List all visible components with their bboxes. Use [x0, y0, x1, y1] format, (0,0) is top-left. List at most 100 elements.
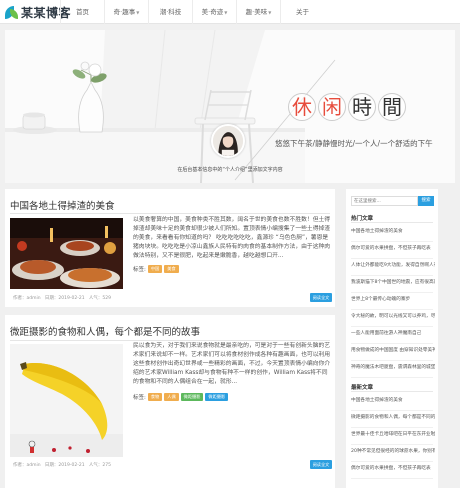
sidebar-article-link[interactable]: 中国各地土得掉渣的美食: [351, 397, 435, 403]
list-divider: [351, 360, 433, 361]
sidebar: 搜索 热门文章 中国各地土得掉渣的美食偶尔可爱的水果拼盘，不但孩子再吃表人体让外…: [346, 189, 438, 488]
logo-leaf-icon: [5, 6, 18, 19]
food-photo-image: [10, 218, 123, 289]
sidebar-article-link[interactable]: 世界最十佳卡丘哈啡吧在日平在东开业啦！: [351, 431, 435, 437]
list-divider: [351, 292, 433, 293]
list-divider: [351, 461, 433, 462]
list-divider: [351, 343, 433, 344]
banner-title-char: 時: [348, 93, 376, 121]
list-divider: [351, 444, 433, 445]
sidebar-article-link[interactable]: 人体让外都能吃9大功能，发得自然啊人有: [351, 262, 435, 268]
avatar-portrait-image: [213, 126, 243, 156]
chevron-down-icon: ▼: [136, 10, 140, 15]
list-divider: [351, 309, 433, 310]
chevron-down-icon: ▼: [268, 10, 272, 15]
nav-item[interactable]: 首页: [60, 0, 104, 24]
sidebar-article-link[interactable]: 我波斯猫下8个中国世的地震，应有很高南比较反奇: [351, 279, 435, 285]
nav-item[interactable]: 关于: [280, 0, 324, 24]
list-divider: [351, 275, 433, 276]
main-nav: 首页 奇·趣事▼ 潮·科技 美·奇迹▼ 趣·美味▼ 关于: [60, 0, 324, 24]
chevron-down-icon: ▼: [224, 10, 228, 15]
sidebar-article-link[interactable]: 20种不常见但很经的的球蔗水果，你别有应有的目发进行了: [351, 448, 435, 454]
nav-item-label: 奇·趣事: [113, 8, 136, 16]
date-label: 日期：: [44, 296, 59, 301]
article-title[interactable]: 微距摄影的食物和人偶，每个都是不同的故事: [10, 324, 200, 338]
banner-title: 休闲時間: [288, 93, 408, 121]
title-divider: [10, 340, 330, 341]
banner-title-char: 闲: [318, 93, 346, 121]
tag-badge[interactable]: 人偶: [164, 393, 179, 401]
tags-label: 标签:: [133, 267, 146, 273]
sidebar-article-link[interactable]: 微距摄影的食物和人偶，每个都是不同的故事: [351, 414, 435, 420]
sidebar-article-link[interactable]: 令大秘的故，明可以光线又可以养鸡，尽用又漂亮: [351, 313, 435, 319]
latest-articles-heading: 最新文章: [351, 385, 374, 391]
hero-banner: 休闲時間 悠悠下午茶/静静慢时光/一个人/一个舒适的下午: [5, 30, 455, 183]
search-input[interactable]: [351, 196, 418, 206]
list-divider: [351, 326, 433, 327]
date-label: 日期：: [44, 463, 59, 468]
author-name[interactable]: admin: [27, 296, 41, 301]
tag-badge[interactable]: 微距摄影: [180, 393, 204, 401]
views-label: 人气：: [88, 463, 103, 468]
view-count: 529: [102, 296, 111, 301]
list-divider: [351, 258, 433, 259]
view-count: 275: [102, 463, 111, 468]
post-date: 2019-02-21: [58, 463, 85, 468]
author-label: 作者：: [13, 463, 27, 468]
article-meta: 作者：admin 日期：2019-02-21 人气：529: [13, 295, 111, 301]
article-card: 中国各地土得掉渣的美食 以美食奢算的中国，美食种类不胜其数，阔名于世的美食也数不…: [5, 189, 335, 307]
title-divider: [10, 213, 330, 214]
article-thumbnail[interactable]: [10, 218, 123, 289]
sidebar-article-link[interactable]: 偶尔可爱的水果拼盘，不但孩子再吃表: [351, 465, 435, 471]
sidebar-article-link[interactable]: 中国各地土得掉渣的美食: [351, 228, 435, 234]
nav-item-label: 潮·科技: [159, 8, 182, 16]
list-divider: [351, 478, 433, 479]
heading-divider: [351, 391, 433, 392]
article-tags: 标签: 中国 美食: [133, 265, 179, 273]
tag-badge[interactable]: 中国: [147, 265, 163, 273]
nav-item[interactable]: 美·奇迹▼: [192, 0, 236, 24]
article-thumbnail[interactable]: [10, 344, 123, 457]
author-avatar[interactable]: [211, 124, 245, 158]
nav-item-label: 趣·美味: [245, 8, 268, 16]
top-navbar: 某某博客 首页 奇·趣事▼ 潮·科技 美·奇迹▼ 趣·美味▼ 关于: [0, 0, 460, 24]
sidebar-article-link[interactable]: 神奇的魔法木吧厦盘，震谓森林里的城堡: [351, 364, 435, 370]
article-tags: 标签: 食物 人偶 微距摄影 微距摄影: [133, 393, 229, 401]
list-divider: [351, 241, 433, 242]
sidebar-article-link[interactable]: 世界上8个最传心动魄的寨步: [351, 296, 435, 302]
banner-subtitle: 悠悠下午茶/静静慢时光/一个人/一个舒适的下午: [275, 139, 433, 148]
views-label: 人气：: [88, 296, 103, 301]
list-divider: [351, 410, 433, 411]
tags-label: 标签:: [133, 395, 146, 401]
read-more-button[interactable]: 阅读全文: [310, 293, 332, 302]
nav-item-label: 美·奇迹: [201, 8, 224, 16]
banner-title-char: 休: [288, 93, 316, 121]
nav-item-label: 首页: [76, 8, 89, 16]
author-name[interactable]: admin: [27, 463, 41, 468]
tag-badge[interactable]: 微距摄影: [205, 393, 229, 401]
list-divider: [351, 427, 433, 428]
article-title[interactable]: 中国各地土得掉渣的美食: [10, 198, 115, 212]
read-more-button[interactable]: 阅读全文: [310, 460, 332, 469]
tag-badge[interactable]: 美食: [164, 265, 179, 273]
sidebar-article-link[interactable]: 偶尔可爱的水果拼盘，不但孩子再吃表: [351, 245, 435, 251]
article-meta: 作者：admin 日期：2019-02-21 人气：275: [13, 462, 111, 468]
banner-caption: 在后台基本信息中的“个人介绍”里添加文字内容: [177, 167, 283, 173]
author-label: 作者：: [13, 296, 27, 301]
post-date: 2019-02-21: [58, 296, 85, 301]
article-excerpt: 以美食奢算的中国，美食种类不胜其数，阔名于世的美食也数不胜数！但土得掉渣却美味十…: [133, 217, 331, 259]
list-divider: [351, 377, 433, 378]
sidebar-article-link[interactable]: 用食物做成的中国国度 由穿知识处零美神: [351, 347, 435, 353]
nav-item-label: 关于: [296, 8, 309, 16]
nav-item[interactable]: 潮·科技: [148, 0, 192, 24]
article-card: 微距摄影的食物和人偶，每个都是不同的故事 民以食为天，对于我们来说食物就是最亲吃…: [5, 315, 335, 488]
tag-badge[interactable]: 食物: [147, 393, 163, 401]
banana-miniature-photo-image: [10, 344, 123, 457]
nav-item[interactable]: 奇·趣事▼: [104, 0, 148, 24]
banner-title-char: 間: [378, 93, 406, 121]
nav-item[interactable]: 趣·美味▼: [236, 0, 280, 24]
search-button[interactable]: 搜索: [418, 196, 434, 206]
sidebar-article-link[interactable]: 一些人能用面前往游人神魔南自己: [351, 330, 435, 336]
heading-divider: [351, 222, 433, 223]
hot-articles-heading: 热门文章: [351, 216, 374, 222]
